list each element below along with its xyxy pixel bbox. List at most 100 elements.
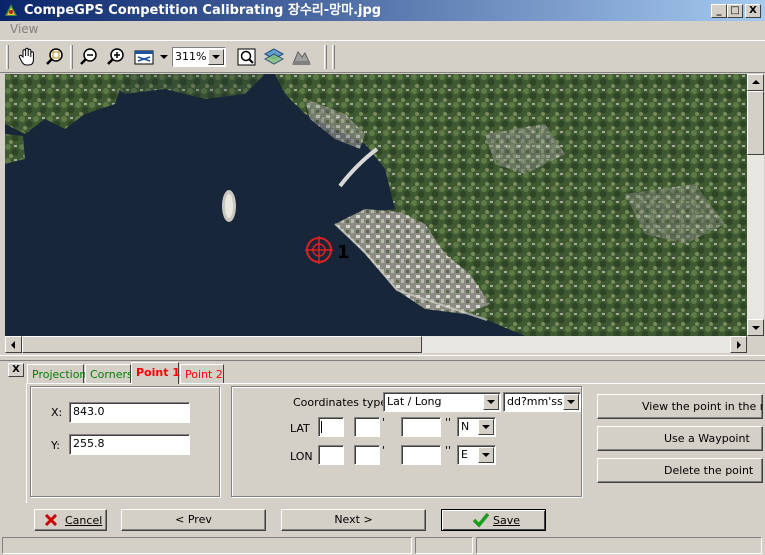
status-panel-main: [2, 537, 412, 554]
panel-splitter[interactable]: [0, 355, 765, 361]
lat-label: LAT: [290, 422, 310, 435]
minimize-button[interactable]: _: [711, 4, 727, 18]
zoom-window-button[interactable]: [44, 46, 66, 68]
next-button[interactable]: Next >: [281, 509, 426, 531]
3d-view-button[interactable]: [290, 46, 312, 68]
y-coordinate-value: 255.8: [73, 437, 105, 450]
hand-icon: [18, 47, 34, 66]
lon-hemisphere-dropdown[interactable]: [478, 447, 494, 463]
coordinates-type-dropdown[interactable]: [483, 394, 499, 410]
lat-hemisphere-select[interactable]: N: [457, 417, 496, 437]
zoom-level-select[interactable]: 311%: [172, 47, 226, 67]
tab-point-2-label: Point 2: [185, 368, 223, 381]
x-coordinate-field[interactable]: 843.0: [69, 402, 190, 423]
lat-second-mark: '': [445, 416, 452, 429]
prev-button[interactable]: < Prev: [121, 509, 266, 531]
map-view[interactable]: 1: [5, 74, 747, 336]
text-cursor: [321, 421, 322, 433]
vertical-scrollbar[interactable]: [747, 74, 764, 336]
zoom-in-button[interactable]: [105, 46, 127, 68]
panel-close-button[interactable]: X: [8, 363, 24, 377]
scrollbar-corner: [747, 336, 764, 353]
lon-minute-mark: ': [382, 444, 386, 457]
status-panel-info: [476, 537, 762, 554]
zoom-out-button[interactable]: [78, 46, 100, 68]
fit-image-button[interactable]: [133, 46, 155, 68]
toolbar: 311%: [0, 40, 765, 73]
find-button[interactable]: [236, 46, 258, 68]
status-bar: [0, 535, 765, 555]
menu-view[interactable]: View: [10, 22, 38, 36]
close-button[interactable]: X: [745, 4, 761, 18]
menu-bar: View: [0, 21, 765, 39]
zoom-level-value: 311%: [175, 50, 207, 63]
lat-hemisphere-dropdown[interactable]: [478, 419, 494, 435]
zoom-out-icon: [80, 48, 97, 65]
cancel-button[interactable]: Cancel: [34, 509, 107, 531]
checkmark-icon: [472, 512, 490, 528]
lon-minutes-field[interactable]: [354, 445, 380, 465]
y-coordinate-field[interactable]: 255.8: [69, 434, 190, 455]
find-icon: [237, 48, 256, 66]
coordinate-format-select[interactable]: dd?mm'ss.s': [503, 392, 581, 412]
y-label: Y:: [51, 439, 60, 452]
delete-point-button[interactable]: Delete the point: [597, 458, 763, 483]
lat-hemisphere-value: N: [461, 420, 470, 433]
tab-corners[interactable]: Corners: [85, 364, 133, 383]
lon-seconds-field[interactable]: [401, 445, 441, 465]
maximize-button[interactable]: □: [727, 4, 743, 18]
coordinates-type-select[interactable]: Lat / Long: [383, 392, 501, 412]
coordinates-type-value: Lat / Long: [387, 395, 442, 408]
scroll-down-button[interactable]: [747, 319, 764, 336]
scroll-right-button[interactable]: [730, 336, 747, 353]
lon-label: LON: [290, 450, 313, 463]
map-layers-button[interactable]: [263, 46, 285, 68]
vertical-scroll-thumb[interactable]: [747, 91, 764, 155]
cancel-label: Cancel: [65, 514, 103, 527]
title-bar: CompeGPS Competition Calibrating 장수리-망마.…: [0, 0, 765, 21]
save-button[interactable]: Save: [441, 509, 546, 531]
lon-degrees-field[interactable]: [318, 445, 344, 465]
horizontal-scroll-thumb[interactable]: [22, 336, 422, 353]
toolbar-grip[interactable]: [6, 45, 9, 69]
calibration-point-label: 1: [337, 242, 350, 263]
toolbar-separator: [332, 45, 335, 69]
lat-minutes-field[interactable]: [354, 417, 380, 437]
x-label: X:: [51, 406, 63, 419]
toolbar-separator: [70, 45, 73, 69]
zoom-in-icon: [107, 48, 124, 65]
tab-point-1-label: Point 1: [136, 366, 180, 379]
lon-hemisphere-value: E: [461, 448, 468, 461]
lat-seconds-field[interactable]: [401, 417, 441, 437]
lon-hemisphere-select[interactable]: E: [457, 445, 496, 465]
tab-corners-label: Corners: [90, 368, 133, 381]
lat-minute-mark: ': [382, 416, 386, 429]
use-waypoint-button[interactable]: Use a Waypoint: [597, 426, 763, 451]
tab-projection-label: Projection: [32, 368, 87, 381]
scroll-up-button[interactable]: [747, 74, 764, 91]
tab-projection[interactable]: Projection: [27, 364, 87, 383]
hand-tool-button[interactable]: [16, 46, 38, 68]
status-panel-secondary: [415, 537, 473, 554]
zoom-dropdown-button[interactable]: [208, 49, 224, 65]
view-point-in-map-button[interactable]: View the point in the map: [597, 394, 763, 419]
satellite-image: [5, 74, 747, 336]
image-coordinates-group: X: 843.0 Y: 255.8: [30, 386, 220, 497]
app-logo-icon: [5, 4, 17, 16]
scroll-left-button[interactable]: [5, 336, 22, 353]
fit-image-icon: [134, 50, 154, 65]
horizontal-scrollbar[interactable]: [5, 336, 747, 353]
coordinate-format-dropdown[interactable]: [563, 394, 579, 410]
cancel-icon: [44, 513, 58, 527]
coordinates-type-label: Coordinates type:: [293, 396, 391, 409]
map-layers-icon: [263, 48, 285, 65]
tab-point-1[interactable]: Point 1: [131, 362, 180, 384]
x-coordinate-value: 843.0: [73, 405, 105, 418]
lon-second-mark: '': [445, 444, 452, 457]
save-label: Save: [493, 514, 521, 527]
tab-point-2[interactable]: Point 2: [180, 364, 224, 383]
lat-degrees-field[interactable]: [318, 417, 344, 437]
fit-options-dropdown[interactable]: [157, 50, 169, 64]
toolbar-separator: [324, 45, 327, 69]
zoom-window-icon: [46, 48, 63, 65]
